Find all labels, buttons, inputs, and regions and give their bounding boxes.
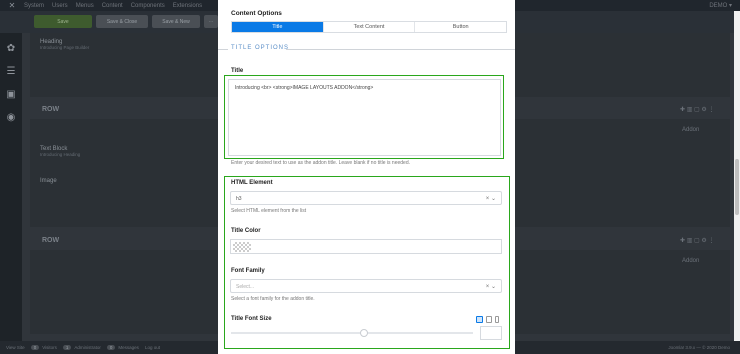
addon-heading[interactable]: Heading Introducing Page Builder <box>40 39 89 50</box>
font-family-label: Font Family <box>231 268 265 274</box>
nav-item-users[interactable]: Users <box>52 3 68 9</box>
tab-button[interactable]: Button <box>414 22 506 32</box>
add-addon-link[interactable]: Addon <box>682 258 699 264</box>
section-title: TITLE OPTIONS <box>231 45 290 51</box>
nav-item-system[interactable]: System <box>24 3 44 9</box>
save-new-button[interactable]: Save & New <box>152 15 200 28</box>
row-actions[interactable]: ✚ ▥ ▢ ⚙ ⋮ <box>680 106 714 113</box>
calendar-icon[interactable]: ▣ <box>5 89 17 101</box>
layout-icon[interactable]: ☰ <box>5 66 17 78</box>
font-family-select[interactable]: Select... × ⌄ <box>230 279 502 293</box>
user-menu[interactable]: DEMO ▾ <box>709 2 732 9</box>
status-logout[interactable]: Log out <box>145 345 160 350</box>
status-label: Administrator <box>74 345 101 350</box>
addon-subtitle: Introducing Heading <box>40 152 81 157</box>
tablet-icon[interactable] <box>486 316 492 323</box>
status-label: Visitors <box>42 345 57 350</box>
save-close-button[interactable]: Save & Close <box>96 15 148 28</box>
nav-item-extensions[interactable]: Extensions <box>173 3 202 9</box>
status-view-site[interactable]: View Site <box>6 345 25 350</box>
addon-text-block[interactable]: Text Block Introducing Heading <box>40 146 80 157</box>
status-label: Messages <box>118 345 139 350</box>
nav-item-components[interactable]: Components <box>131 3 165 9</box>
addon-settings-panel: Content Options Title Text Content Butto… <box>218 0 515 354</box>
font-family-help: Select a font family for the addon title… <box>231 296 315 302</box>
divider-line <box>286 49 515 50</box>
status-administrator[interactable]: 1 Administrator <box>62 345 101 350</box>
title-color-picker[interactable] <box>230 239 502 254</box>
tab-title[interactable]: Title <box>232 22 323 32</box>
font-size-slider[interactable] <box>231 329 473 337</box>
addon-subtitle: Introducing Page Builder <box>40 45 90 50</box>
select-value: h3 <box>236 196 242 202</box>
divider-line <box>218 49 228 50</box>
help-icon[interactable]: ◉ <box>5 112 17 124</box>
title-color-label: Title Color <box>231 228 261 234</box>
html-element-select[interactable]: h3 × ⌄ <box>230 191 502 205</box>
title-textarea[interactable]: Introducing <br> <strong>IMAGE LAYOUTS A… <box>228 79 501 156</box>
status-visitors[interactable]: 0 Visitors <box>30 345 57 350</box>
row-actions[interactable]: ✚ ▥ ▢ ⚙ ⋮ <box>680 237 714 244</box>
content-options-tabs: Title Text Content Button <box>231 21 507 33</box>
status-count: 1 <box>62 345 72 350</box>
select-clear-chevron-icon[interactable]: × ⌄ <box>486 283 496 290</box>
font-size-label: Title Font Size <box>231 316 272 322</box>
title-help-text: Enter your desired text to use as the ad… <box>231 160 411 166</box>
row-label: ROW <box>42 237 60 244</box>
html-element-help: Select HTML element from the list <box>231 208 307 214</box>
color-swatch[interactable] <box>233 242 251 252</box>
status-label: View Site <box>6 345 25 350</box>
status-messages[interactable]: 0 Messages <box>106 345 139 350</box>
desktop-icon[interactable] <box>476 316 483 323</box>
html-element-label: HTML Element <box>231 180 273 186</box>
content-options-title: Content Options <box>231 10 282 17</box>
more-options-button[interactable]: ⋯ <box>204 15 218 28</box>
nav-item-content[interactable]: Content <box>102 3 123 9</box>
save-button[interactable]: Save <box>34 15 92 28</box>
font-size-input[interactable] <box>480 326 502 340</box>
joomla-icon[interactable]: ✿ <box>5 43 17 55</box>
left-icon-rail: ✿ ☰ ▣ ◉ <box>0 33 22 341</box>
title-field-label: Title <box>231 68 244 74</box>
joomla-logo-icon[interactable]: ✕ <box>0 1 24 10</box>
status-count: 0 <box>106 345 116 350</box>
addon-image[interactable]: Image <box>40 178 57 184</box>
device-toggles <box>476 316 499 323</box>
nav-item-menus[interactable]: Menus <box>76 3 94 9</box>
row-label: ROW <box>42 106 60 113</box>
title-options-section: TITLE OPTIONS <box>218 44 515 54</box>
status-count: 0 <box>30 345 40 350</box>
tab-text-content[interactable]: Text Content <box>322 22 415 32</box>
select-placeholder: Select... <box>236 284 255 290</box>
status-label: Log out <box>144 345 160 350</box>
status-copyright: Joomla! 3.9.x — © 2020 Demo <box>668 345 730 350</box>
page-scrollbar[interactable] <box>734 11 740 341</box>
select-clear-chevron-icon[interactable]: × ⌄ <box>486 195 496 202</box>
addon-title: Image <box>40 178 57 184</box>
mobile-icon[interactable] <box>495 316 499 323</box>
add-addon-link[interactable]: Addon <box>682 127 699 133</box>
scrollbar-thumb[interactable] <box>735 159 739 215</box>
